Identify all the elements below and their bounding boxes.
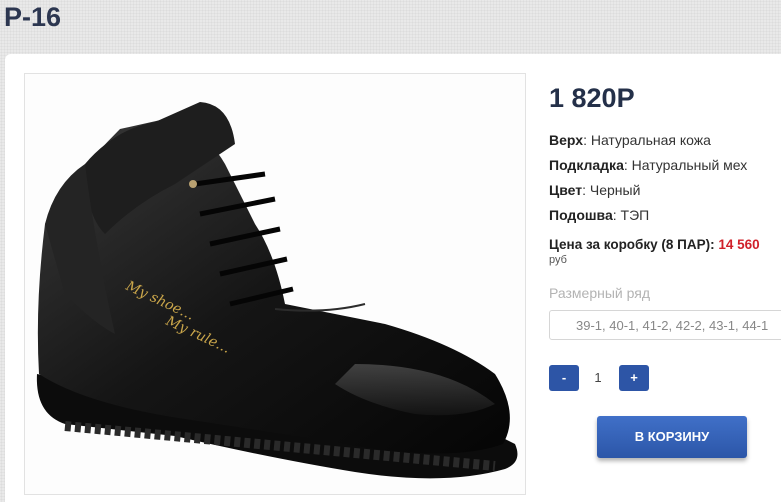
spec-value: : Натуральная кожа: [583, 132, 711, 148]
box-price-currency: руб: [549, 254, 567, 266]
spec-value: : Черный: [582, 182, 641, 198]
spec-value: : Натуральный мех: [623, 157, 748, 173]
spec-label: Подошва: [549, 207, 613, 223]
add-to-cart-button[interactable]: В КОРЗИНУ: [597, 416, 747, 458]
spec-label: Верх: [549, 132, 584, 148]
quantity-increase-button[interactable]: +: [619, 365, 649, 391]
page-title: P-16: [4, 2, 62, 32]
spec-label: Цвет: [549, 182, 583, 198]
size-range-label: Размерный ряд: [549, 285, 651, 301]
box-price-value: 14 560: [718, 237, 760, 252]
shoe-illustration: My shoe… My rule…: [36, 102, 518, 479]
spec-sole: Подошва: ТЭП: [549, 207, 649, 223]
spec-color: Цвет: Черный: [549, 182, 640, 198]
spec-lining: Подкладка: Натуральный мех: [549, 157, 747, 173]
size-range-select[interactable]: 39-1, 40-1, 41-2, 42-2, 43-1, 44-1: [549, 310, 781, 340]
spec-value: : ТЭП: [612, 207, 650, 223]
box-price: Цена за коробку (8 ПАР): 14 560: [549, 237, 760, 252]
product-price: 1 820Р: [549, 83, 635, 113]
box-price-label: Цена за коробку (8 ПАР):: [549, 237, 719, 252]
quantity-input[interactable]: 1: [583, 365, 613, 391]
quantity-decrease-button[interactable]: -: [549, 365, 579, 391]
spec-upper: Верх: Натуральная кожа: [549, 132, 711, 148]
spec-label: Подкладка: [549, 157, 624, 173]
product-image: My shoe… My rule…: [24, 73, 526, 495]
